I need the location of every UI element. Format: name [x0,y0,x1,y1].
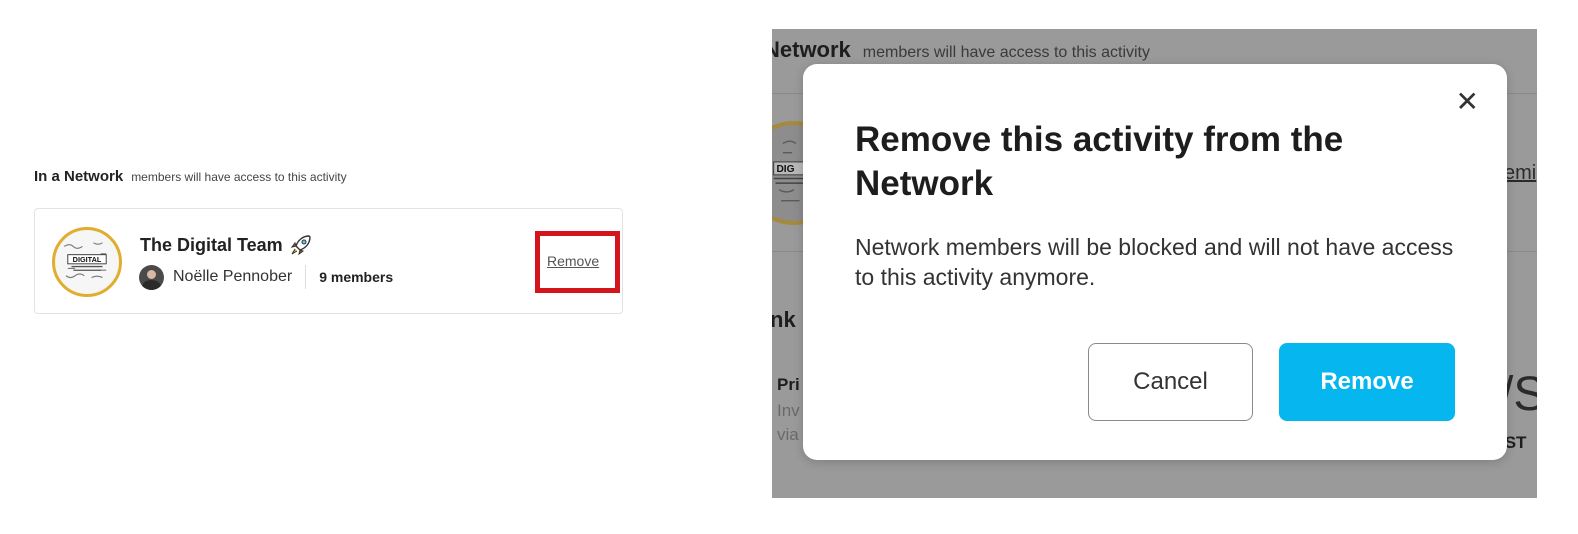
svg-text:DIG: DIG [776,164,794,175]
rocket-icon [290,235,311,256]
background-text-fragment: via [777,425,799,444]
modal-body: Network members will be blocked and will… [855,234,1454,290]
background-link-fragment: emi [1504,162,1537,184]
network-logo: DIGITAL [52,227,122,297]
remove-activity-modal: ✕ Remove this activity from the Network … [803,64,1507,460]
close-icon[interactable]: ✕ [1456,88,1479,116]
avatar [139,264,164,290]
background-heading-fragment: nk [772,307,796,332]
network-section-panel: In a Network members will have access to… [0,0,650,534]
section-subtitle: members will have access to this activit… [131,170,347,184]
network-card: DIGITAL The Digital Team Noëlle Pennober… [34,208,623,314]
section-header: In a Network members will have access to… [34,168,347,185]
team-name: The Digital Team [140,233,313,257]
svg-text:DIGITAL: DIGITAL [73,255,102,264]
members-count: 9 members [319,269,394,285]
background-section-header: Network members will have access to this… [772,37,1150,63]
section-title: In a Network [34,168,124,185]
modal-screenshot-panel: Network members will have access to this… [772,29,1537,498]
background-section-title: Network [772,37,851,62]
modal-title: Remove this activity from the Network [855,120,1344,203]
digital-logo-icon: DIGITAL [55,230,119,294]
team-meta: Noëlle Pennober 9 members [139,264,393,290]
background-text-fragment: Inv [777,401,800,420]
cancel-button[interactable]: Cancel [1088,343,1253,421]
meta-divider [305,265,307,289]
background-label-fragment: Pri [777,375,800,394]
owner-name: Noëlle Pennober [173,268,293,285]
remove-button[interactable]: Remove [1279,343,1455,421]
background-section-subtitle: members will have access to this activit… [862,44,1150,61]
team-name-text: The Digital Team [140,234,283,255]
remove-link[interactable]: Remove [547,253,599,269]
